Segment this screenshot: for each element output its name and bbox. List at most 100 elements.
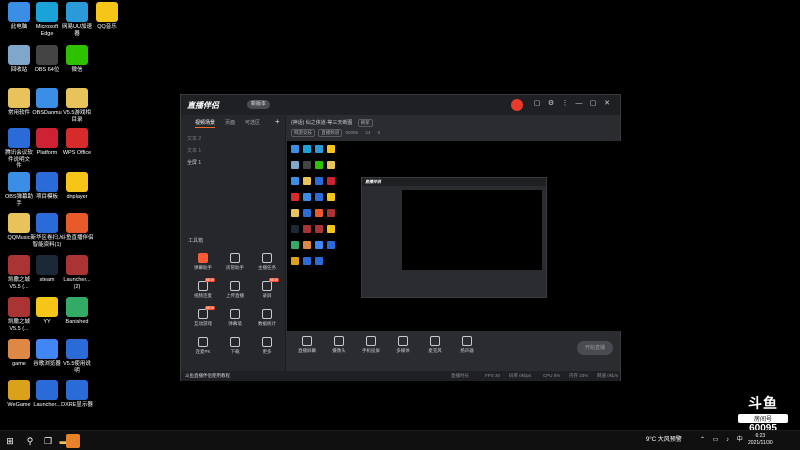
tool-button[interactable]: NEW 视频连麦 [189,278,217,299]
desktop-icon[interactable]: Banished [58,297,96,326]
camera-button[interactable]: 摄像头 [325,336,353,354]
search-icon[interactable]: ⚲ [24,435,36,447]
app-icon [66,88,88,108]
app-icon [8,128,30,148]
preview-desktop-icon [327,209,335,217]
taskbar: ⊞ ⚲ ❐ ▬ 9°C 大风预警 ⌃ ▭ ♪ 中 6:23 2021/11/30 [0,430,800,450]
tool-label: 房管助手 [226,265,244,270]
screen-capture-button[interactable]: 直播屏幕 [293,336,321,354]
preview-desktop-icon [291,161,299,169]
room-title-row: (神话) 仙之侠道·等三天断图 刷新 [291,119,375,127]
desktop-icon-label: 微信 [71,67,83,73]
preview-desktop-icon [291,241,299,249]
start-live-button[interactable]: 开始直播 [577,341,613,355]
status-fps: FPS 30 [485,373,501,378]
message-icon[interactable]: ▢ [533,100,541,108]
tab-page[interactable]: 页面 [225,119,235,126]
desktop-icon[interactable]: DXRE显示器 [58,380,96,409]
tool-button[interactable]: 下载 [221,337,249,355]
preview-desktop-icon [315,225,323,233]
close-button[interactable]: ✕ [603,100,611,108]
scene-item[interactable]: 全屏 1 [187,159,201,166]
desktop-icon[interactable]: V5.5游戏相 目录 [58,88,96,123]
desktop-icon[interactable]: 斗鱼直播伴侣 [58,213,96,242]
tool-button[interactable]: 连麦PK [189,337,217,355]
desktop-icon[interactable]: V5.5使用说 明 [58,339,96,374]
category-tag: 网游竞技 [291,129,315,137]
preview-desktop-icon [315,209,323,217]
speaker-button[interactable]: 扬声器 [453,336,481,354]
screen-icon [302,336,312,346]
preview-desktop-icon [327,193,335,201]
clock[interactable]: 6:23 2021/11/30 [748,433,773,447]
desktop-icon[interactable]: QQ音乐 [88,2,126,31]
tool-button[interactable]: 弹幕助手 [189,253,217,271]
phone-cast-button[interactable]: 手机投屏 [357,336,385,354]
mic-button[interactable]: 麦克风 [421,336,449,354]
tool-label: 弹幕助手 [194,265,212,270]
app-icon [66,255,88,275]
weather-widget[interactable]: 9°C 大风预警 [646,434,682,443]
tool-label: 下载 [230,349,240,354]
preview-desktop-icon [327,161,335,169]
tool-icon [262,253,272,263]
status-duration: 直播时长 [451,373,469,378]
preview-desktop-icon [291,177,299,185]
new-badge: NEW [204,306,215,310]
menu-icon[interactable]: ⋮ [561,100,569,108]
app-icon [36,88,58,108]
clock-time: 6:23 [755,433,766,439]
douyu-watermark: 斗鱼 房间号 60095 [738,393,788,434]
desktop-icon[interactable]: dnplayer [58,172,96,201]
nested-preview-canvas [402,190,542,270]
tutorial-link[interactable]: 斗鱼直播伴侣使用教程 [185,373,230,379]
tool-button[interactable]: 主播任务 [253,253,281,271]
preview-desktop-icon [327,241,335,249]
tool-button[interactable]: 上传直播 [221,281,249,299]
tool-button[interactable]: NEW 互动游戏 [189,306,217,327]
tool-button[interactable]: 弹幕墙 [221,309,249,327]
room-label: 房间号 [738,414,788,423]
app-icon [8,2,30,22]
status-bitrate: 码率 0kbps [509,373,532,378]
scene-item[interactable]: 文本 2 [187,135,201,142]
desktop-icon-label: WPS Office [62,150,92,156]
tool-button[interactable]: 更多 [253,337,281,355]
tool-label: 连麦PK [195,349,211,354]
tool-button[interactable]: 房管助手 [221,253,249,271]
settings-icon[interactable]: ⚙ [547,100,555,108]
tool-icon [230,309,240,319]
add-scene-button[interactable]: + [275,117,280,126]
title-bar: 直播伴侣 新版本 ▢ ⚙ ⋮ — ▢ ✕ [181,95,620,115]
avatar[interactable] [511,99,523,111]
desktop-icon[interactable]: 微信 [58,45,96,74]
preview-desktop-icon [303,177,311,185]
app-icon [66,45,88,65]
maximize-button[interactable]: ▢ [589,100,597,108]
speaker-label: 扬声器 [460,348,474,353]
tool-button[interactable]: 数据统计 [253,309,281,327]
start-icon[interactable]: ⊞ [4,435,16,447]
refresh-tag[interactable]: 刷新 [357,119,373,127]
speaker-icon [462,336,472,346]
scene-item[interactable]: 文本 1 [187,147,201,154]
preview-desktop-icon [327,177,335,185]
minimize-button[interactable]: — [575,100,583,108]
tab-optional[interactable]: 可选区 [245,119,260,126]
douyu-app-icon[interactable] [66,434,80,448]
tray-icons[interactable]: ⌃ ▭ ♪ 中 [700,434,746,443]
tab-video-scene[interactable]: 视频场景 [195,119,216,128]
tool-button[interactable]: NEW 录屏 [253,278,281,299]
media-button[interactable]: 多媒体 [389,336,417,354]
app-icon [36,213,58,233]
task-view-icon[interactable]: ❐ [42,435,54,447]
scene-tabs: 视频场景 页面 可选区 + [181,115,285,129]
status-cpu: CPU 5% [543,373,561,378]
room-title[interactable]: (神话) 仙之侠道·等三天断图 [291,120,352,126]
preview-desktop-icon [327,225,335,233]
desktop-icon[interactable]: WPS Office [58,128,96,157]
desktop-icon[interactable]: Launcher... (2) [58,255,96,290]
version-badge[interactable]: 新版本 [247,100,271,109]
stream-preview[interactable]: 直播伴侣 [287,141,621,331]
toolbox-title: 工具箱 [188,238,204,244]
